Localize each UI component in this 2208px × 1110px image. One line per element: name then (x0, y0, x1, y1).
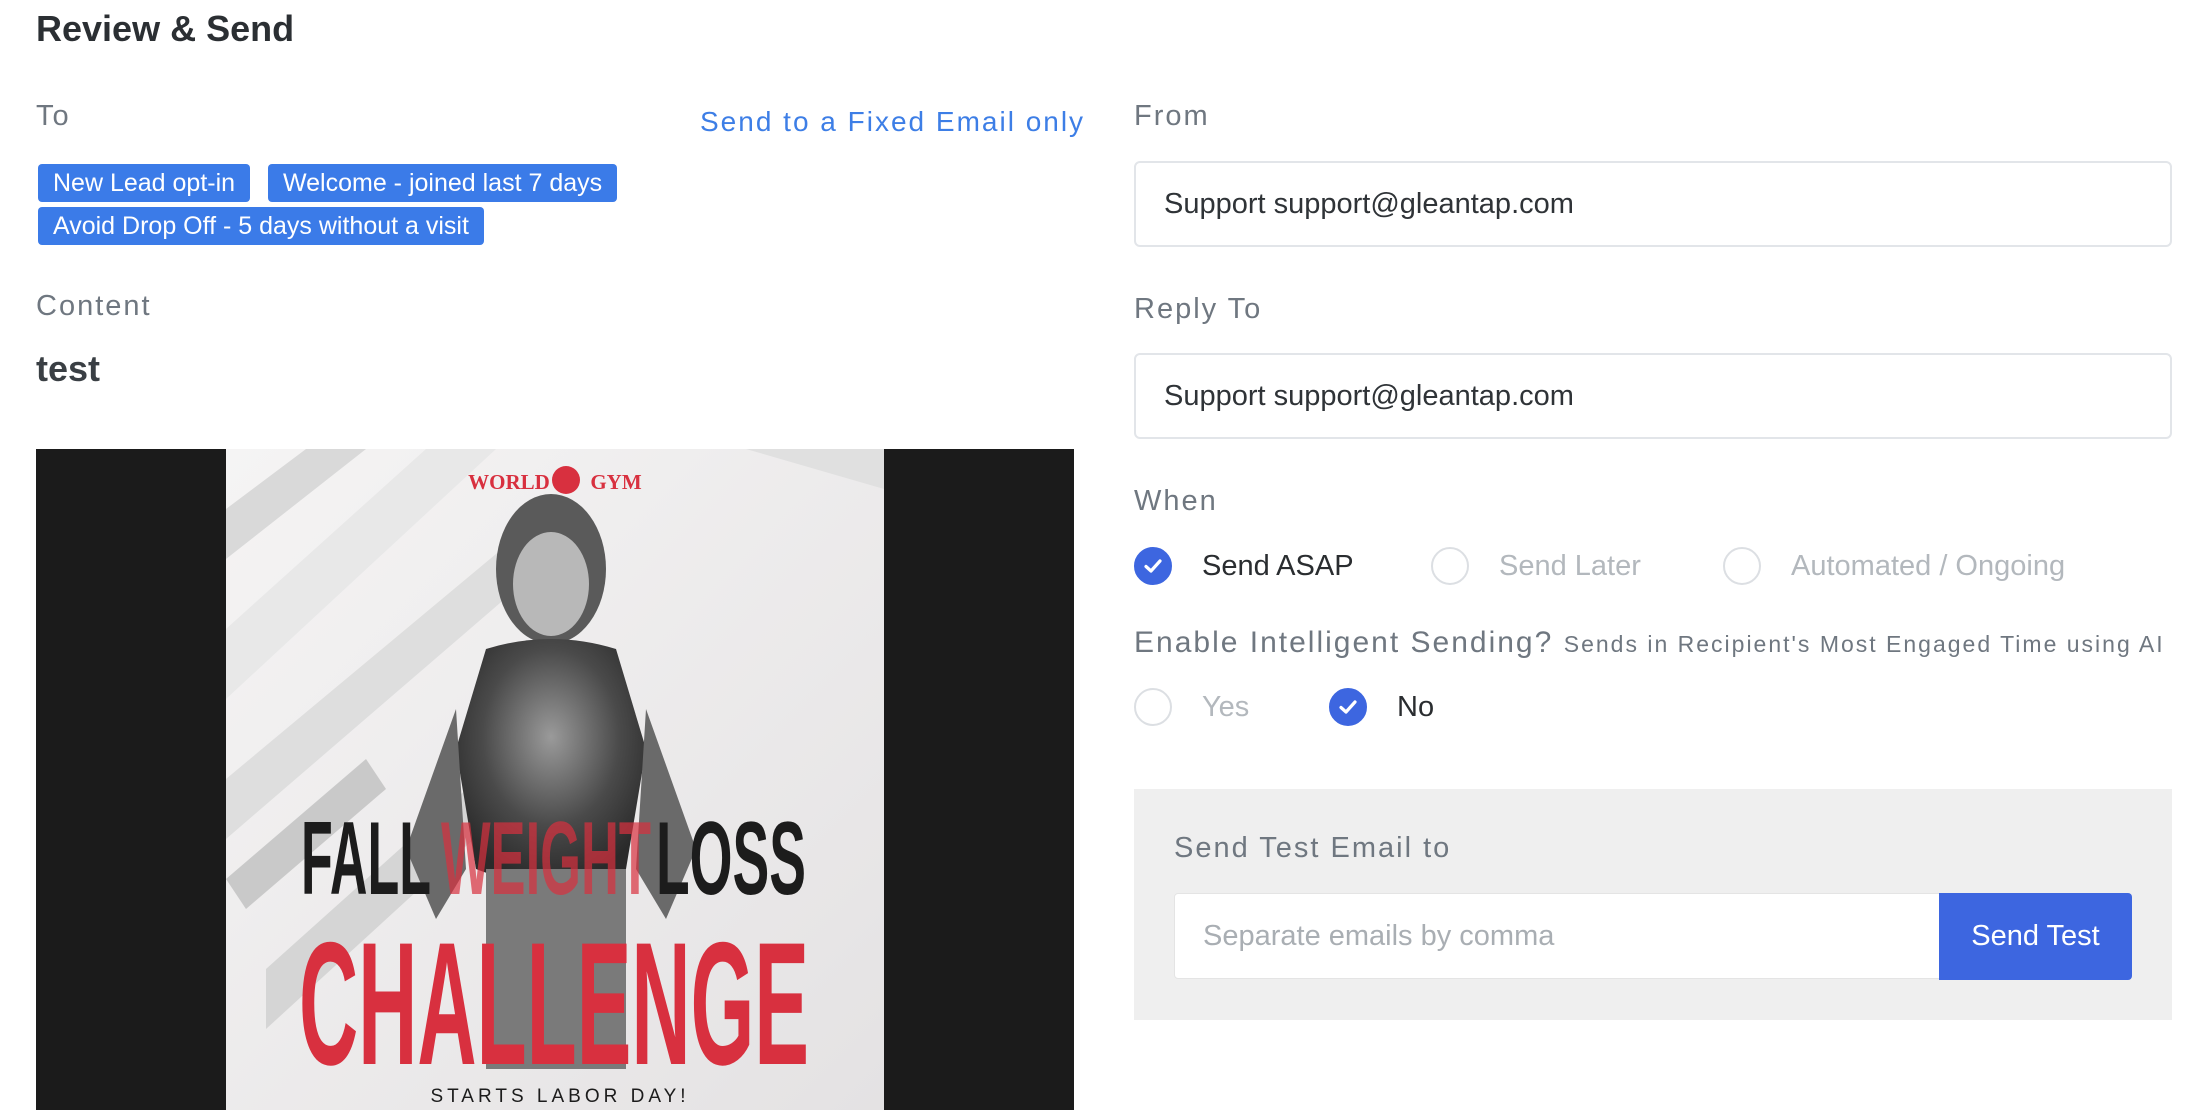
intelligent-option-label: Yes (1202, 690, 1250, 723)
logo-gym-text: GYM (590, 470, 642, 494)
radio-empty-icon[interactable] (1134, 688, 1172, 726)
when-option-label: Send Later (1499, 549, 1641, 582)
when-option-send-asap[interactable]: Send ASAP (1134, 547, 1354, 585)
reply-to-label: Reply To (1134, 293, 1263, 325)
headline-weight: WEIGHT (441, 801, 651, 917)
reply-to-field[interactable]: Support support@gleantap.com (1134, 353, 2172, 439)
send-test-button[interactable]: Send Test (1939, 893, 2132, 980)
check-icon[interactable] (1329, 688, 1367, 726)
check-icon[interactable] (1134, 547, 1172, 585)
intelligent-option-label: No (1397, 690, 1435, 723)
when-option-label: Send ASAP (1202, 549, 1354, 582)
from-label: From (1134, 100, 1210, 132)
send-test-label: Send Test Email to (1174, 832, 1452, 864)
audience-tag-avoid-drop-off[interactable]: Avoid Drop Off - 5 days without a visit (38, 207, 484, 245)
intelligent-sending-hint: Sends in Recipient's Most Engaged Time u… (1563, 631, 2165, 657)
email-preview[interactable]: WORLD GYM FALL WEIGHT LOSS CHALLENGE STA… (36, 449, 1074, 1110)
radio-empty-icon[interactable] (1431, 547, 1469, 585)
headline-fall: FALL (301, 801, 431, 917)
send-fixed-email-link[interactable]: Send to a Fixed Email only (700, 106, 1085, 138)
when-option-automated[interactable]: Automated / Ongoing (1723, 547, 2065, 585)
logo-world-text: WORLD (468, 470, 550, 494)
audience-tag-welcome[interactable]: Welcome - joined last 7 days (268, 164, 618, 202)
when-option-send-later[interactable]: Send Later (1431, 547, 1641, 585)
when-label: When (1134, 485, 1218, 517)
intelligent-option-yes[interactable]: Yes (1134, 688, 1249, 726)
from-field[interactable]: Support support@gleantap.com (1134, 161, 2172, 247)
intelligent-sending-label: Enable Intelligent Sending? (1134, 626, 1554, 659)
test-email-input[interactable] (1174, 893, 1942, 979)
to-label: To (36, 100, 71, 132)
poster-footer-text: STARTS LABOR DAY! (430, 1086, 689, 1107)
poster-image: WORLD GYM FALL WEIGHT LOSS CHALLENGE STA… (226, 449, 884, 1110)
content-name: test (36, 348, 101, 389)
intelligent-option-no[interactable]: No (1329, 688, 1434, 726)
when-option-label: Automated / Ongoing (1791, 549, 2066, 582)
audience-tag-new-lead[interactable]: New Lead opt-in (38, 164, 251, 202)
content-label: Content (36, 290, 152, 322)
intelligent-sending-heading: Enable Intelligent Sending? Sends in Rec… (1134, 626, 2165, 660)
headline-challenge: CHALLENGE (299, 907, 809, 1102)
radio-empty-icon[interactable] (1723, 547, 1761, 585)
send-test-panel: Send Test Email to Send Test (1134, 789, 2172, 1020)
page-title: Review & Send (36, 8, 295, 49)
headline-loss: LOSS (656, 801, 806, 917)
